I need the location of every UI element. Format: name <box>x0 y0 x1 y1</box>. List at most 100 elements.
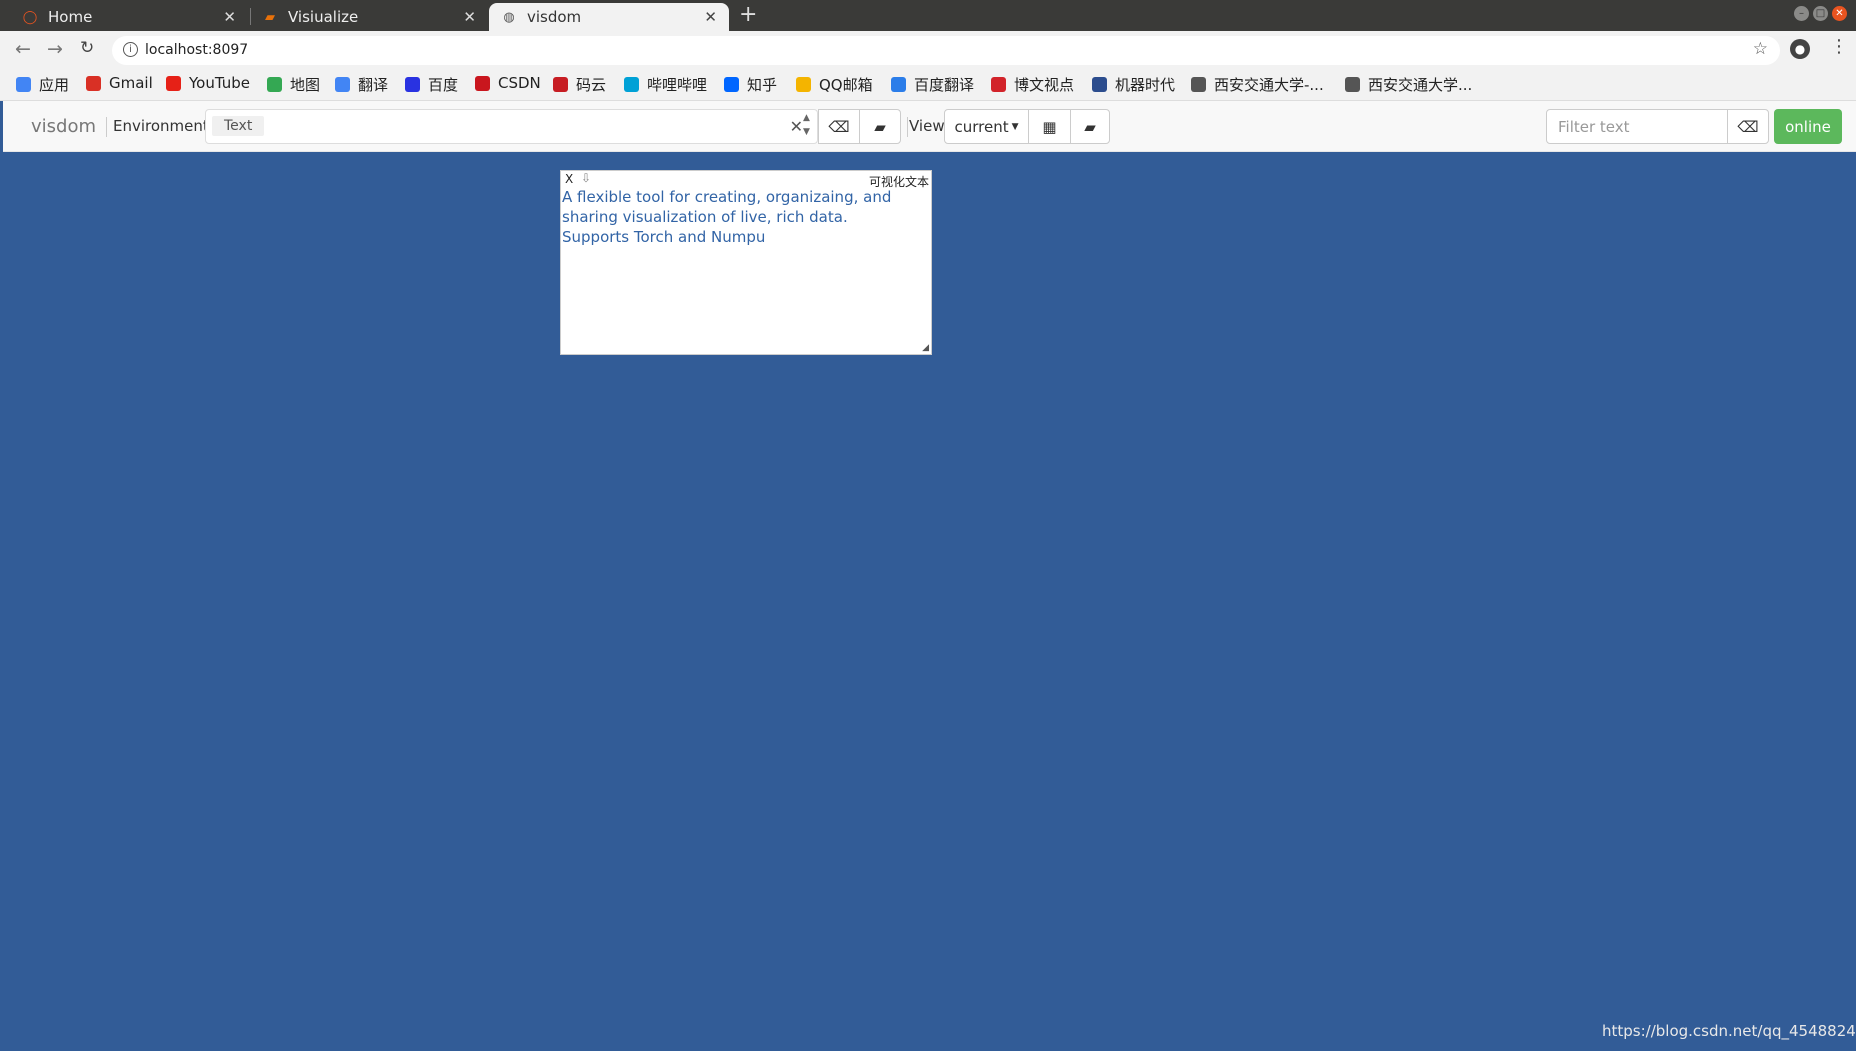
grid-icon: ▦ <box>1042 117 1057 136</box>
bookmark-icon <box>891 77 906 92</box>
reload-icon[interactable]: ↻ <box>80 38 94 58</box>
new-tab-button[interactable]: + <box>739 2 757 27</box>
bookmark-icon <box>724 77 739 92</box>
bookmark-icon <box>86 75 101 91</box>
divider <box>106 117 107 137</box>
bookmark-label: 码云 <box>576 76 607 94</box>
pane-text: A flexible tool for creating, organizain… <box>562 188 892 246</box>
bookmark-icon <box>1345 77 1360 92</box>
address-bar-row: ← → ↻ i localhost:8097 ☆ ● ⋮ <box>0 31 1856 69</box>
forward-icon[interactable]: → <box>47 38 63 60</box>
pane-title-bar[interactable]: X ⇩ 可视化文本 <box>561 171 931 189</box>
ubuntu-icon: ◯ <box>22 9 38 25</box>
bookmark-item[interactable]: 翻译 <box>335 74 388 95</box>
open-folder-button[interactable]: ▰ <box>859 109 901 144</box>
tab-visdom[interactable]: ◍ visdom ✕ <box>489 3 729 31</box>
bookmark-item[interactable]: 机器时代 <box>1092 74 1175 95</box>
caret-down-icon: ▼ <box>1011 121 1019 132</box>
pane-close-button[interactable]: X <box>565 172 573 186</box>
bookmark-item[interactable]: 百度翻译 <box>891 74 974 95</box>
browser-tab-strip: ◯ Home ✕ ▰ Visiualize ✕ ◍ visdom ✕ + – □… <box>0 0 1856 31</box>
bookmark-item[interactable]: 知乎 <box>724 74 777 95</box>
text-pane[interactable]: X ⇩ 可视化文本 A flexible tool for creating, … <box>560 170 932 355</box>
eraser-button[interactable]: ⌫ <box>818 109 860 144</box>
bookmark-item[interactable]: QQ邮箱 <box>796 74 873 95</box>
bookmark-label: Gmail <box>109 74 153 92</box>
bookmark-item[interactable]: CSDN <box>475 74 541 92</box>
status-badge[interactable]: online <box>1774 109 1842 144</box>
bookmark-icon <box>267 77 282 92</box>
spinner-arrows[interactable]: ▲ ▼ <box>803 111 810 139</box>
star-icon[interactable]: ☆ <box>1753 39 1768 59</box>
minimize-button[interactable]: – <box>1794 6 1809 21</box>
folder-open-icon: ▰ <box>874 117 886 136</box>
bookmark-label: 百度 <box>428 76 459 94</box>
globe-icon: ◍ <box>503 9 515 25</box>
bookmark-item[interactable]: Gmail <box>86 74 153 92</box>
url-text[interactable]: localhost:8097 <box>145 42 248 58</box>
tab-title: Home <box>48 8 93 26</box>
bookmark-item[interactable]: 地图 <box>267 74 320 95</box>
filter-input[interactable]: Filter text <box>1546 109 1728 144</box>
bookmark-icon <box>16 77 31 92</box>
bookmark-icon <box>166 75 181 91</box>
back-icon[interactable]: ← <box>15 38 31 60</box>
folder-open-icon: ▰ <box>1084 117 1096 136</box>
close-icon[interactable]: ✕ <box>704 8 717 26</box>
bookmark-label: 博文视点 <box>1014 76 1075 94</box>
view-value: current <box>954 117 1009 136</box>
omnibox[interactable]: i localhost:8097 ☆ <box>112 36 1780 65</box>
filter-placeholder: Filter text <box>1558 118 1630 136</box>
grid-view-button[interactable]: ▦ <box>1028 109 1071 144</box>
bookmark-label: CSDN <box>498 74 541 92</box>
bookmark-icon <box>405 77 420 92</box>
bookmark-label: 西安交通大学... <box>1368 76 1473 94</box>
maximize-button[interactable]: □ <box>1813 6 1828 21</box>
bookmark-item[interactable]: 码云 <box>553 74 606 95</box>
bookmark-label: 百度翻译 <box>914 76 975 94</box>
close-icon[interactable]: ✕ <box>463 8 476 26</box>
close-icon[interactable]: ✕ <box>223 8 236 26</box>
profile-icon[interactable]: ● <box>1790 39 1810 59</box>
divider <box>907 117 908 137</box>
window-close-button[interactable]: ✕ <box>1832 6 1847 21</box>
bookmark-item[interactable]: 百度 <box>405 74 458 95</box>
bookmark-label: 地图 <box>290 76 321 94</box>
view-folder-button[interactable]: ▰ <box>1070 109 1110 144</box>
bookmark-icon <box>1092 77 1107 92</box>
tab-home[interactable]: ◯ Home ✕ <box>0 3 248 31</box>
clear-icon[interactable]: ✕ <box>790 117 803 136</box>
tab-title: Visiualize <box>288 8 359 26</box>
bookmark-label: QQ邮箱 <box>819 76 873 94</box>
bookmark-item[interactable]: 哔哩哔哩 <box>624 74 707 95</box>
bookmark-item[interactable]: 应用 <box>16 74 69 95</box>
bookmark-item[interactable]: 博文视点 <box>991 74 1074 95</box>
bookmark-icon <box>991 77 1006 92</box>
bookmark-label: 机器时代 <box>1115 76 1176 94</box>
resize-handle-icon[interactable]: ◢ <box>922 343 929 353</box>
bookmark-icon <box>796 77 811 92</box>
environment-chip[interactable]: Text <box>212 116 265 136</box>
bookmark-label: 哔哩哔哩 <box>647 76 708 94</box>
menu-icon[interactable]: ⋮ <box>1830 36 1848 57</box>
tab-title: visdom <box>527 8 582 26</box>
view-dropdown[interactable]: current ▼ <box>944 109 1029 144</box>
bookmark-item[interactable]: 西安交通大学... <box>1345 74 1472 95</box>
bookmark-item[interactable]: 西安交通大学-... <box>1191 74 1324 95</box>
environment-select[interactable]: Text ✕ <box>205 109 818 144</box>
bookmark-item[interactable]: YouTube <box>166 74 250 92</box>
download-icon[interactable]: ⇩ <box>581 171 591 185</box>
tab-visiualize[interactable]: ▰ Visiualize ✕ <box>240 3 488 31</box>
bookmark-icon <box>1191 77 1206 92</box>
eraser-icon: ⌫ <box>1737 117 1759 136</box>
clear-filter-button[interactable]: ⌫ <box>1727 109 1769 144</box>
bookmark-label: YouTube <box>189 74 250 92</box>
brand-logo[interactable]: visdom <box>31 116 96 137</box>
watermark: https://blog.csdn.net/qq_45488242 <box>1602 1022 1856 1040</box>
visdom-navbar: visdom Environment Text ✕ ▲ ▼ ⌫ ▰ View cu… <box>3 101 1856 152</box>
bookmark-icon <box>624 77 639 92</box>
book-icon: ▰ <box>265 9 275 25</box>
info-icon[interactable]: i <box>123 42 138 57</box>
view-label: View <box>909 117 945 135</box>
eraser-icon: ⌫ <box>828 117 850 136</box>
